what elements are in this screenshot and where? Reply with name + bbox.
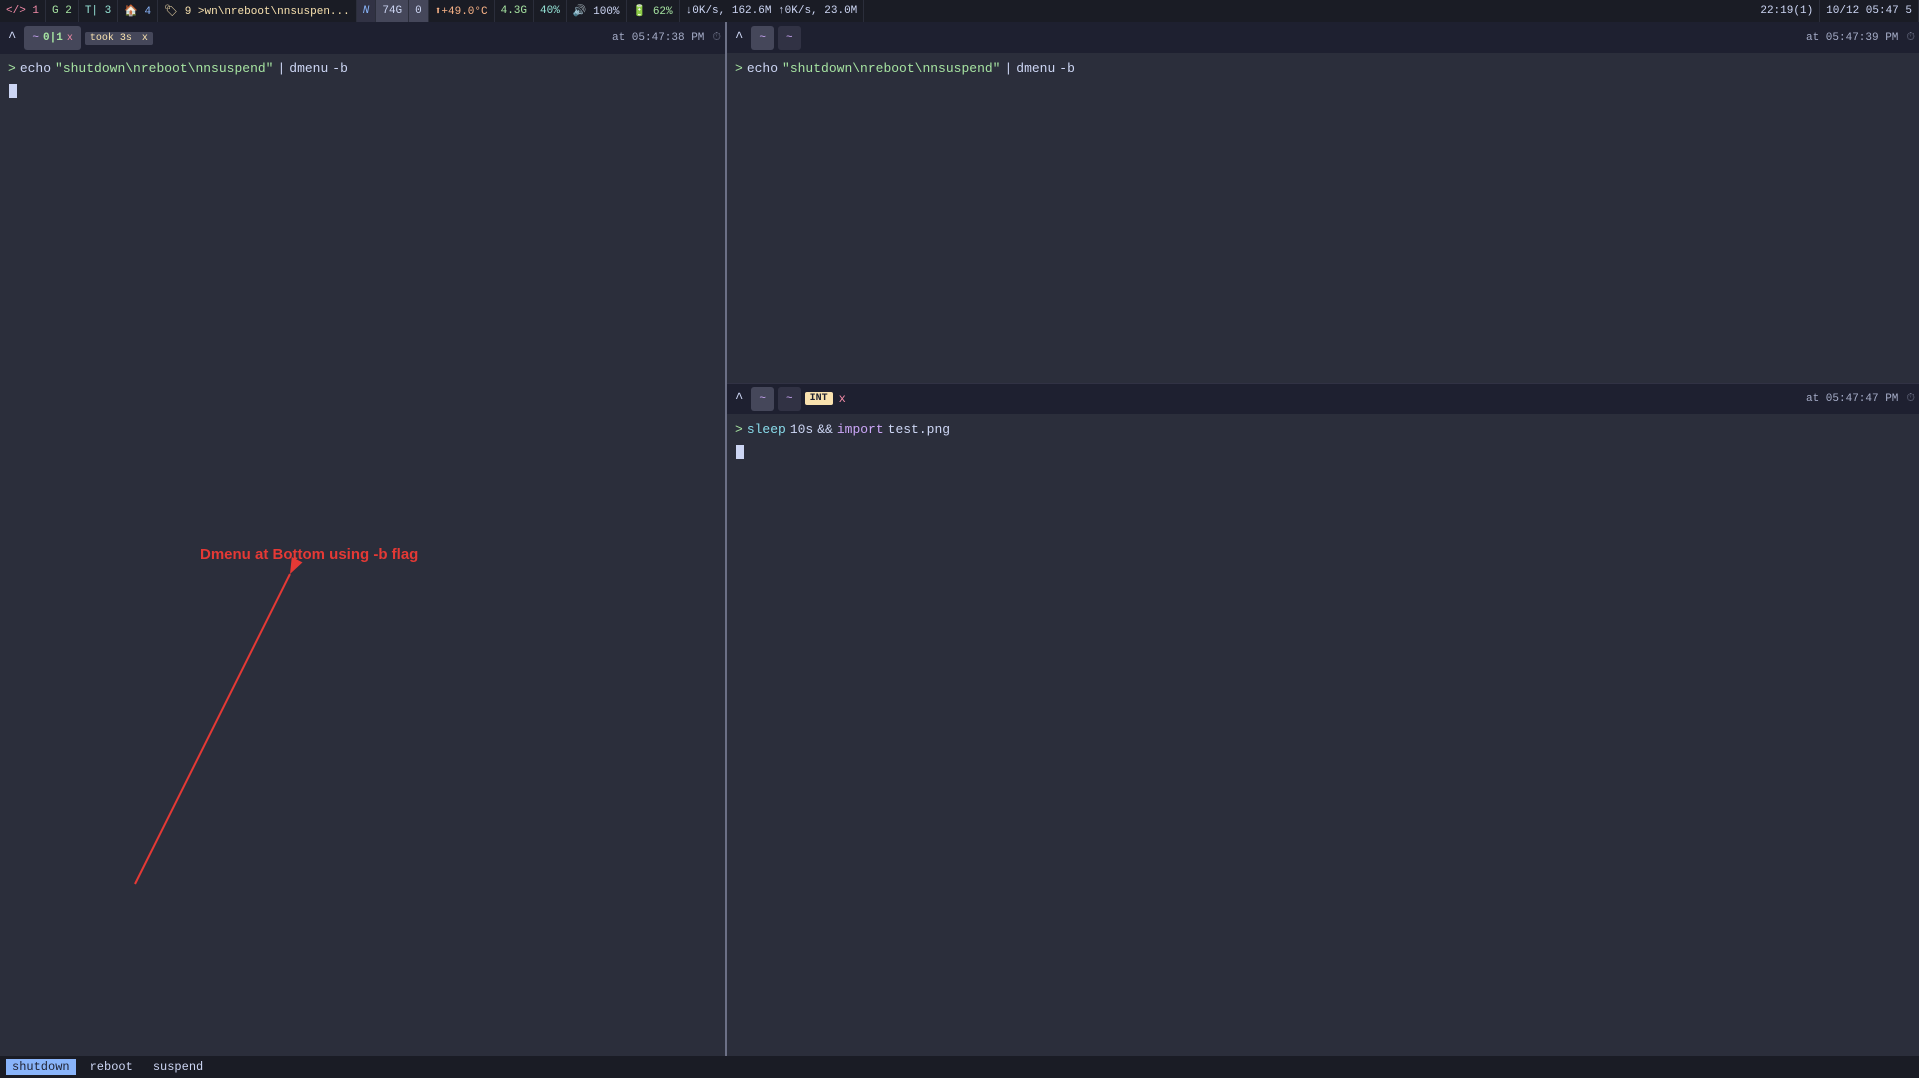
cmd-file: test.png <box>888 421 950 439</box>
topbar: </> 1 G 2 T| 3 🏠 4 🏷 9 >wn\nreboot\nnsus… <box>0 0 1919 22</box>
dmenu-item-suspend[interactable]: suspend <box>147 1059 209 1075</box>
tab-close[interactable]: x <box>67 33 73 44</box>
right-pane-empty <box>727 741 1919 1056</box>
right-prompt-arrow-1: > <box>735 60 743 78</box>
left-terminal-content[interactable]: > echo "shutdown\nreboot\nnsuspend" | dm… <box>0 54 725 1056</box>
right-tab2-tilde: ~ <box>759 393 766 405</box>
left-tab-active[interactable]: ~ 0|1 x <box>24 26 80 50</box>
left-tab-bar: ^ ~ 0|1 x took 3s x at 05:47:38 PM ⏱ <box>0 22 725 54</box>
topbar-zero: 0 <box>409 0 429 22</box>
right-clock-icon-2: ⏱ <box>1906 393 1915 405</box>
right-terminal-2[interactable]: > sleep 10s && import test.png <box>727 415 1919 742</box>
topbar-mem: 40% <box>534 0 567 22</box>
right-cmd-pipe: | <box>1004 60 1012 78</box>
right-tab2-arrow[interactable]: ^ <box>731 389 747 409</box>
right-tab2-close[interactable]: x <box>839 392 846 406</box>
topbar-date: 10/12 05:47 5 <box>1820 0 1919 22</box>
left-prompt-line: > echo "shutdown\nreboot\nnsuspend" | dm… <box>8 60 717 78</box>
topbar-temp: ⬆+49.0°C <box>429 0 495 22</box>
right-clock-icon-1: ⏱ <box>1906 32 1915 44</box>
right-pane: ^ ~ ~ at 05:47:39 PM ⏱ > echo "shutdown\… <box>727 22 1919 1056</box>
tab-tilde: ~ <box>32 32 39 44</box>
right-terminal-cursor <box>736 445 744 459</box>
topbar-tag2[interactable]: G 2 <box>46 0 79 22</box>
cursor-line <box>8 80 717 98</box>
left-pane: ^ ~ 0|1 x took 3s x at 05:47:38 PM ⏱ > e… <box>0 22 727 1056</box>
topbar-cpu: 4.3G <box>495 0 534 22</box>
right-cmd-echo: echo <box>747 60 778 78</box>
cmd-and: && <box>817 421 833 439</box>
topbar-tag1[interactable]: </> 1 <box>0 0 46 22</box>
right-prompt-arrow-2: > <box>735 421 743 439</box>
cmd-import: import <box>837 421 884 439</box>
right-cmd-dmenu: dmenu <box>1016 60 1055 78</box>
right-tab-row-2: ^ ~ ~ INT x at 05:47:47 PM ⏱ <box>727 383 1919 415</box>
cmd-sleep: sleep <box>747 421 786 439</box>
dmenu-item-reboot[interactable]: reboot <box>84 1059 139 1075</box>
cmd-flag: -b <box>332 60 348 78</box>
right-tab2-inactive[interactable]: ~ <box>778 387 801 411</box>
right-cmd-string: "shutdown\nreboot\nnsuspend" <box>782 60 1000 78</box>
topbar-bat: 🔋 62% <box>627 0 680 22</box>
right-tab1-tilde: ~ <box>759 32 766 44</box>
tab-arrow-left[interactable]: ^ <box>4 28 20 48</box>
right-tab2-active[interactable]: ~ <box>751 387 774 411</box>
topbar-right: 22:19(1) 10/12 05:47 5 <box>1754 0 1919 22</box>
topbar-tag3[interactable]: T| 3 <box>79 0 118 22</box>
terminal-cursor <box>9 84 17 98</box>
topbar-vol: 🔊 100% <box>567 0 627 22</box>
annotation-arrow <box>0 544 340 914</box>
int-badge: INT <box>805 392 833 405</box>
tab-number: 0|1 <box>43 32 63 44</box>
right-tab1-inactive[interactable]: ~ <box>778 26 801 50</box>
topbar-layout: N <box>357 0 377 22</box>
cmd-sleep-time: 10s <box>790 421 813 439</box>
topbar-time: 22:19(1) <box>1754 0 1820 22</box>
prompt-arrow: > <box>8 60 16 78</box>
topbar-windows: 74G <box>376 0 409 22</box>
right-tab-arrow[interactable]: ^ <box>731 28 747 48</box>
right-tab-row-1: ^ ~ ~ at 05:47:39 PM ⏱ <box>727 22 1919 54</box>
dmenu-bar: shutdown reboot suspend <box>0 1056 1919 1078</box>
clock-icon: ⏱ <box>712 32 721 44</box>
right-tab2b-tilde: ~ <box>786 393 793 405</box>
right-tab1-timestamp: at 05:47:39 PM <box>1806 32 1898 44</box>
cmd-dmenu: dmenu <box>289 60 328 78</box>
right-cmd-flag: -b <box>1059 60 1075 78</box>
cmd-echo: echo <box>20 60 51 78</box>
tab-took: took 3s x <box>85 32 153 45</box>
right-prompt-line-2: > sleep 10s && import test.png <box>735 421 1911 439</box>
annotation-text: Dmenu at Bottom using -b flag <box>200 544 418 565</box>
cmd-pipe: | <box>277 60 285 78</box>
cmd-string: "shutdown\nreboot\nnsuspend" <box>55 60 273 78</box>
right-cursor-line <box>735 441 1911 459</box>
right-tab2-timestamp: at 05:47:47 PM <box>1806 393 1898 405</box>
right-terminal-1[interactable]: > echo "shutdown\nreboot\nnsuspend" | dm… <box>727 54 1919 381</box>
right-tab1b-tilde: ~ <box>786 32 793 44</box>
left-tab-timestamp: at 05:47:38 PM <box>612 32 704 44</box>
topbar-tag5[interactable]: 🏷 9 >wn\nreboot\nnsuspen... <box>158 0 357 22</box>
dmenu-item-shutdown[interactable]: shutdown <box>6 1059 76 1075</box>
tab-took-close[interactable]: x <box>142 33 148 44</box>
topbar-tag4[interactable]: 🏠 4 <box>118 0 158 22</box>
right-prompt-line-1: > echo "shutdown\nreboot\nnsuspend" | dm… <box>735 60 1911 78</box>
topbar-net: ↓0K/s, 162.6M ↑0K/s, 23.0M <box>680 0 865 22</box>
main-content: ^ ~ 0|1 x took 3s x at 05:47:38 PM ⏱ > e… <box>0 22 1919 1056</box>
right-tab1-active[interactable]: ~ <box>751 26 774 50</box>
